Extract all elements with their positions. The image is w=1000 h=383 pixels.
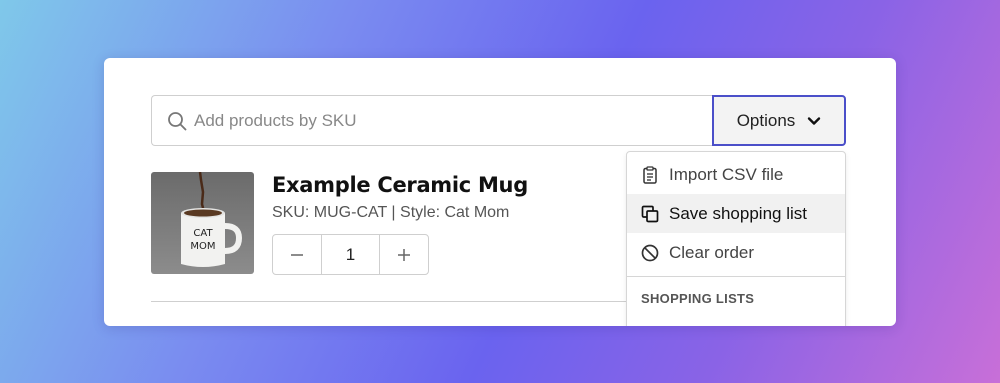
- menu-item-label: Save shopping list: [669, 203, 807, 223]
- menu-item-save-shopping-list[interactable]: Save shopping list: [627, 194, 845, 233]
- decrease-quantity-button[interactable]: [273, 235, 321, 274]
- options-button-label: Options: [736, 110, 796, 130]
- copy-icon: [641, 205, 659, 222]
- menu-item-label: Import CSV file: [669, 164, 784, 184]
- plus-icon: [398, 248, 410, 261]
- clipboard-icon: [643, 165, 657, 184]
- menu-item-clear-order[interactable]: Clear order: [627, 233, 845, 272]
- minus-icon: [291, 253, 303, 256]
- search-icon: [168, 112, 187, 131]
- quantity-value[interactable]: 1: [321, 235, 380, 274]
- sku-search-input[interactable]: [194, 96, 694, 145]
- row-divider: [151, 301, 631, 302]
- quick-order-card: Options CAT MOM Example Ceramic Mug SKU:…: [104, 58, 896, 326]
- chevron-down-icon: [808, 116, 821, 125]
- sku-search-field[interactable]: [151, 95, 713, 146]
- menu-item-import-csv[interactable]: Import CSV file: [627, 155, 845, 194]
- shopping-lists-heading: SHOPPING LISTS: [641, 291, 755, 306]
- product-image: CAT MOM: [151, 172, 254, 274]
- options-dropdown-menu: Import CSV file Save shopping list Clear…: [626, 151, 846, 326]
- product-title: Example Ceramic Mug: [272, 173, 528, 197]
- product-meta: SKU: MUG-CAT | Style: Cat Mom: [272, 204, 510, 221]
- mug-text-cat: CAT: [193, 228, 213, 239]
- menu-separator: [627, 276, 845, 277]
- prohibited-icon: [641, 244, 659, 261]
- increase-quantity-button[interactable]: [380, 235, 428, 274]
- mug-text-mom: MOM: [190, 241, 215, 252]
- options-button[interactable]: Options: [712, 95, 846, 146]
- menu-item-label: Clear order: [669, 242, 755, 262]
- quantity-stepper: 1: [272, 234, 429, 275]
